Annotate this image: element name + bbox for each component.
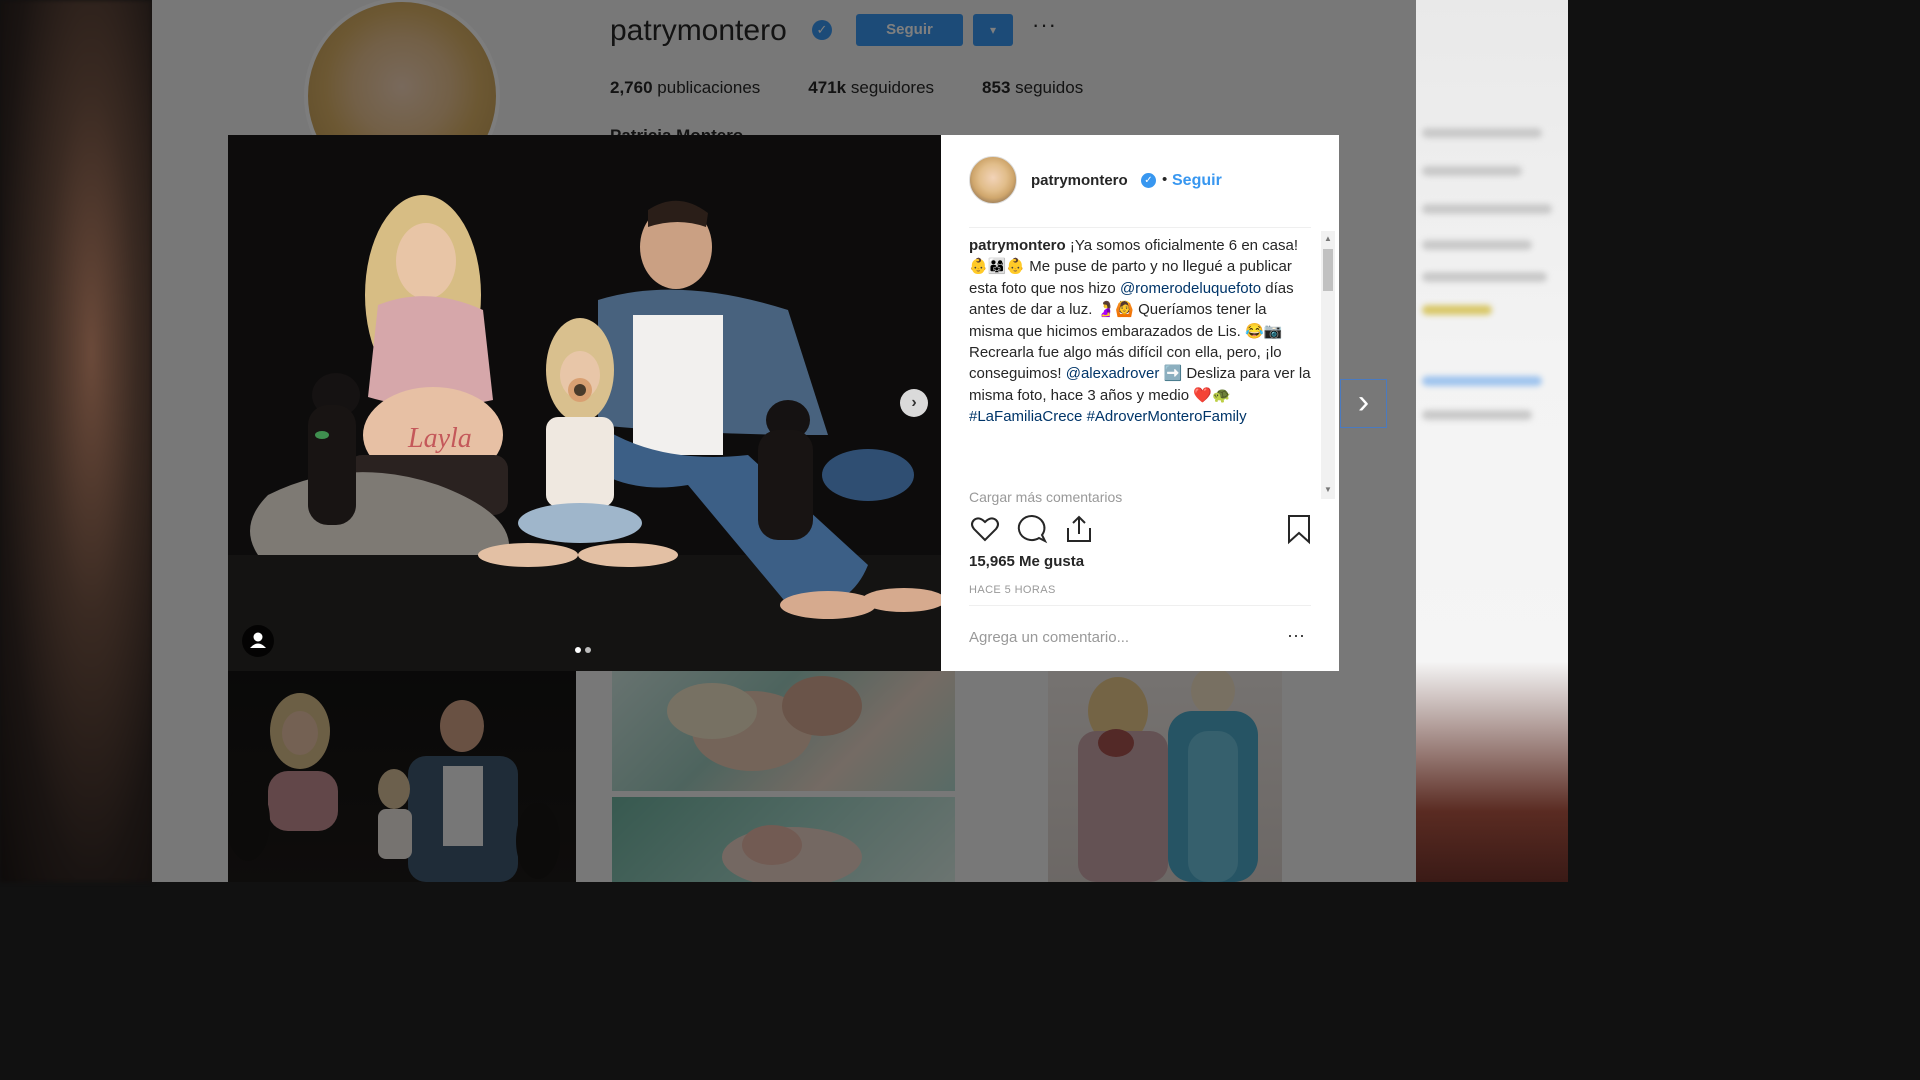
divider bbox=[969, 605, 1311, 606]
post-details-panel: patrymontero ✓ • Seguir patrymontero ¡Ya… bbox=[941, 135, 1339, 671]
post-timestamp: HACE 5 HORAS bbox=[969, 584, 1056, 596]
load-more-comments-link[interactable]: Cargar más comentarios bbox=[969, 489, 1122, 505]
blurred-text-line bbox=[1422, 410, 1532, 420]
blurred-text-line bbox=[1422, 204, 1552, 214]
family-photo: Layla bbox=[228, 135, 941, 671]
share-icon bbox=[1067, 515, 1091, 542]
share-button[interactable] bbox=[1063, 513, 1095, 545]
blurred-text-line bbox=[1422, 166, 1522, 176]
comment-input[interactable]: Agrega un comentario... bbox=[969, 629, 1129, 646]
verified-badge-icon: ✓ bbox=[1141, 173, 1156, 188]
caption-username[interactable]: patrymontero bbox=[969, 237, 1066, 254]
post-caption: patrymontero ¡Ya somos oficialmente 6 en… bbox=[969, 235, 1311, 428]
hashtag-link[interactable]: #AdroverMonteroFamily bbox=[1087, 408, 1247, 425]
scroll-down-icon[interactable]: ▼ bbox=[1324, 485, 1332, 494]
blurred-text-line bbox=[1422, 305, 1492, 315]
bookmark-icon bbox=[1288, 515, 1310, 545]
post-author-username[interactable]: patrymontero bbox=[1031, 172, 1128, 189]
comment-icon bbox=[1017, 514, 1048, 544]
post-actions bbox=[969, 513, 1311, 553]
comment-button[interactable] bbox=[1016, 513, 1048, 545]
blurred-text-line bbox=[1422, 240, 1532, 250]
post-author-avatar[interactable] bbox=[969, 156, 1017, 204]
scrollbar-thumb[interactable] bbox=[1323, 249, 1333, 291]
post-follow-button[interactable]: Seguir bbox=[1172, 172, 1222, 190]
separator-dot: • bbox=[1162, 171, 1168, 188]
belly-text: Layla bbox=[407, 423, 472, 454]
mention-link[interactable]: @romerodeluquefoto bbox=[1120, 280, 1261, 297]
caption-area: patrymontero ¡Ya somos oficialmente 6 en… bbox=[969, 235, 1311, 501]
blurred-background-right bbox=[1416, 0, 1568, 882]
user-tag-button[interactable] bbox=[242, 625, 274, 657]
mention-link[interactable]: @alexadrover bbox=[1066, 365, 1160, 382]
like-button[interactable] bbox=[969, 513, 1001, 545]
comment-options-button[interactable]: ··· bbox=[1287, 625, 1305, 646]
blurred-text-line bbox=[1422, 128, 1542, 138]
next-post-button[interactable]: › bbox=[1340, 379, 1387, 428]
hashtag-link[interactable]: #LaFamiliaCrece bbox=[969, 408, 1082, 425]
scroll-up-icon[interactable]: ▲ bbox=[1324, 234, 1332, 243]
person-icon bbox=[250, 632, 266, 648]
divider bbox=[969, 227, 1311, 228]
blurred-text-line bbox=[1422, 272, 1547, 282]
carousel-indicator bbox=[575, 647, 591, 653]
carousel-dot bbox=[585, 647, 591, 653]
save-button[interactable] bbox=[1283, 513, 1315, 545]
blurred-background-left bbox=[0, 0, 152, 882]
carousel-dot-active bbox=[575, 647, 581, 653]
post-photo[interactable]: Layla bbox=[228, 135, 941, 671]
carousel-next-button[interactable]: › bbox=[900, 389, 928, 417]
likes-count[interactable]: 15,965 Me gusta bbox=[969, 553, 1084, 570]
post-header: patrymontero ✓ • Seguir bbox=[941, 135, 1339, 227]
blurred-text-line bbox=[1422, 376, 1542, 386]
heart-icon bbox=[971, 517, 999, 542]
